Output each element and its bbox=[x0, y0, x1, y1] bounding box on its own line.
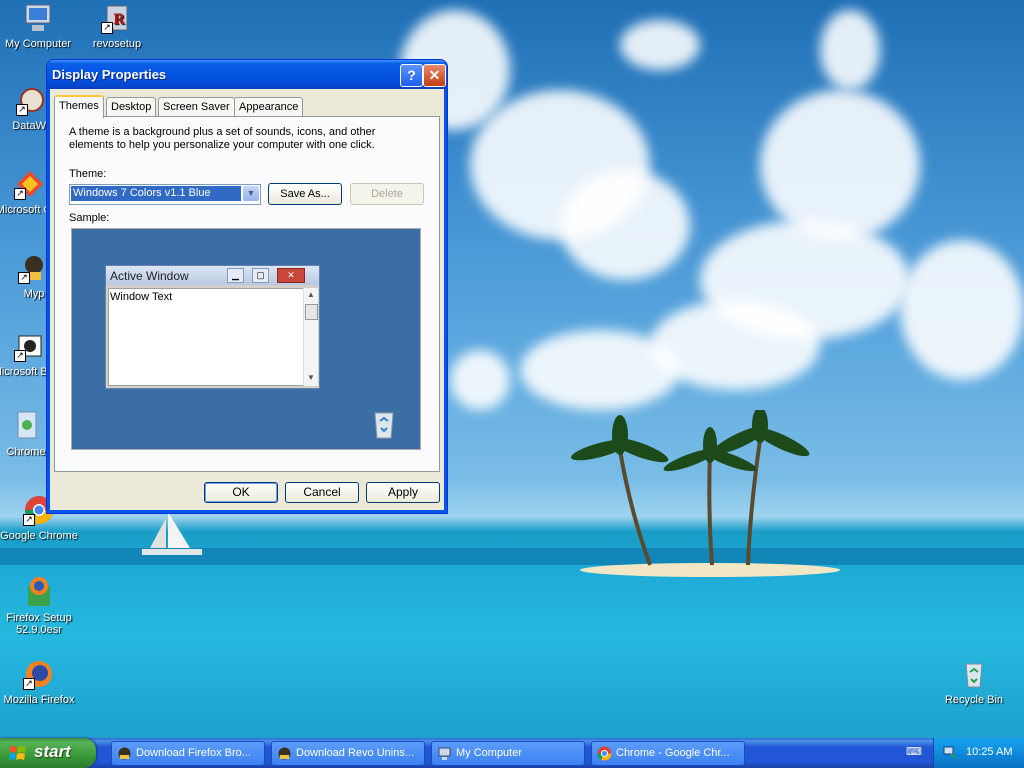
network-icon[interactable] bbox=[943, 745, 958, 760]
start-button[interactable]: start bbox=[0, 738, 96, 768]
desktop-icon-mozilla-firefox[interactable]: ↗ Mozilla Firefox bbox=[0, 658, 79, 706]
visual-cpp-icon: ↗ bbox=[14, 168, 46, 200]
desktop-icon-firefox-setup[interactable]: Firefox Setup 52.9.0esr bbox=[0, 576, 79, 636]
theme-label: Theme: bbox=[69, 168, 107, 180]
chevron-down-icon[interactable]: ▼ bbox=[243, 186, 259, 201]
sample-scrollbar: ▲ ▼ bbox=[303, 288, 318, 386]
theme-dropdown[interactable]: Windows 7 Colors v1.1 Blue ▼ bbox=[69, 184, 261, 205]
theme-dropdown-value: Windows 7 Colors v1.1 Blue bbox=[71, 186, 241, 201]
sample-active-window: Active Window ▁ ▢ ✕ Window Text ▲ ▼ bbox=[105, 265, 320, 389]
shortcut-arrow-icon: ↗ bbox=[16, 104, 28, 116]
taskbar-item-label: Download Firefox Bro... bbox=[136, 747, 251, 759]
taskbar-item-label: Chrome - Google Chr... bbox=[616, 747, 730, 759]
desktop-icon-revosetup[interactable]: R ↗ revosetup bbox=[77, 2, 157, 50]
scroll-down-icon: ▼ bbox=[307, 373, 315, 382]
desktop-icon-label: Firefox Setup 52.9.0esr bbox=[6, 612, 72, 636]
recycle-bin-icon bbox=[374, 412, 394, 439]
sample-window-text: Window Text bbox=[110, 291, 173, 303]
desktop-icon-recycle-bin[interactable]: Recycle Bin bbox=[934, 658, 1014, 706]
cancel-button[interactable]: Cancel bbox=[285, 482, 359, 503]
system-tray: 10:25 AM bbox=[933, 738, 1024, 768]
delete-button[interactable]: Delete bbox=[350, 183, 424, 205]
desktop-icon-label: Google Chrome bbox=[0, 530, 78, 542]
firefox-icon: ↗ bbox=[23, 658, 55, 690]
computer-icon bbox=[22, 2, 54, 34]
download-icon bbox=[118, 747, 131, 760]
datawa-icon: ↗ bbox=[16, 84, 48, 116]
keyboard-icon[interactable]: ⌨ bbox=[906, 745, 922, 759]
taskbar: start Download Firefox Bro... Download R… bbox=[0, 738, 1024, 768]
dialog-titlebar[interactable]: Display Properties ? ✕ bbox=[47, 60, 447, 89]
desktop-icon-label: revosetup bbox=[92, 38, 142, 50]
shortcut-arrow-icon: ↗ bbox=[101, 22, 113, 34]
themes-description: A theme is a background plus a set of so… bbox=[69, 126, 376, 151]
dialog-title: Display Properties bbox=[52, 67, 167, 82]
shortcut-arrow-icon: ↗ bbox=[23, 678, 35, 690]
help-button[interactable]: ? bbox=[400, 64, 423, 87]
tab-screen-saver[interactable]: Screen Saver bbox=[158, 97, 235, 116]
chrome-setup-icon bbox=[10, 410, 42, 442]
sample-label: Sample: bbox=[69, 212, 110, 224]
scroll-thumb bbox=[305, 304, 318, 320]
close-icon: ✕ bbox=[277, 268, 305, 283]
computer-icon bbox=[438, 747, 451, 760]
desktop-icon-my-computer[interactable]: My Computer bbox=[0, 2, 78, 50]
close-button[interactable]: ✕ bbox=[423, 64, 446, 87]
shortcut-arrow-icon: ↗ bbox=[18, 272, 30, 284]
start-label: start bbox=[34, 742, 71, 761]
recycle-bin-icon bbox=[958, 658, 990, 690]
desktop-icon-label: Chrome bbox=[6, 446, 46, 458]
chrome-icon bbox=[597, 746, 612, 761]
tab-themes[interactable]: Themes bbox=[54, 95, 104, 118]
sailboat bbox=[142, 512, 202, 555]
theme-sample-preview: Active Window ▁ ▢ ✕ Window Text ▲ ▼ bbox=[71, 228, 421, 450]
shortcut-arrow-icon: ↗ bbox=[23, 514, 35, 526]
sample-window-title: Active Window bbox=[110, 269, 189, 283]
shortcut-arrow-icon: ↗ bbox=[14, 188, 26, 200]
firefox-setup-icon bbox=[23, 576, 55, 608]
windows-logo-icon bbox=[9, 746, 26, 760]
display-properties-dialog: Display Properties ? ✕ Themes Desktop Sc… bbox=[46, 59, 448, 514]
ok-button[interactable]: OK bbox=[204, 482, 278, 503]
tab-appearance[interactable]: Appearance bbox=[234, 97, 304, 116]
svg-text:R: R bbox=[113, 12, 125, 28]
save-as-button[interactable]: Save As... bbox=[268, 183, 342, 205]
taskbar-item-my-computer[interactable]: My Computer bbox=[431, 741, 585, 766]
palm-trees bbox=[570, 410, 810, 566]
apply-button[interactable]: Apply bbox=[366, 482, 440, 503]
desktop-icon-label: Mozilla Firefox bbox=[3, 694, 75, 706]
clock[interactable]: 10:25 AM bbox=[966, 746, 1012, 758]
taskbar-item-label: My Computer bbox=[456, 747, 523, 759]
sample-window-titlebar: Active Window ▁ ▢ ✕ bbox=[106, 266, 319, 285]
sea bbox=[0, 565, 1024, 738]
desktop-icon-label: My Computer bbox=[4, 38, 72, 50]
desktop-icon-label: Recycle Bin bbox=[944, 694, 1004, 706]
desktop-icon-label: Myp bbox=[23, 288, 45, 300]
shortcut-arrow-icon: ↗ bbox=[14, 350, 26, 362]
visual-basic-icon: ↗ bbox=[14, 330, 46, 362]
sample-window-body: Window Text bbox=[108, 288, 304, 386]
taskbar-item-chrome[interactable]: Chrome - Google Chr... bbox=[591, 741, 745, 766]
minimize-icon: ▁ bbox=[227, 268, 244, 283]
scroll-up-icon: ▲ bbox=[307, 290, 315, 299]
maximize-icon: ▢ bbox=[252, 268, 269, 283]
installer-icon: R ↗ bbox=[101, 2, 133, 34]
taskbar-item-download-revo[interactable]: Download Revo Unins... bbox=[271, 741, 425, 766]
taskbar-item-label: Download Revo Unins... bbox=[296, 747, 415, 759]
themes-panel: A theme is a background plus a set of so… bbox=[54, 116, 440, 472]
download-icon bbox=[278, 747, 291, 760]
taskbar-item-download-firefox[interactable]: Download Firefox Bro... bbox=[111, 741, 265, 766]
tab-desktop[interactable]: Desktop bbox=[106, 97, 157, 116]
